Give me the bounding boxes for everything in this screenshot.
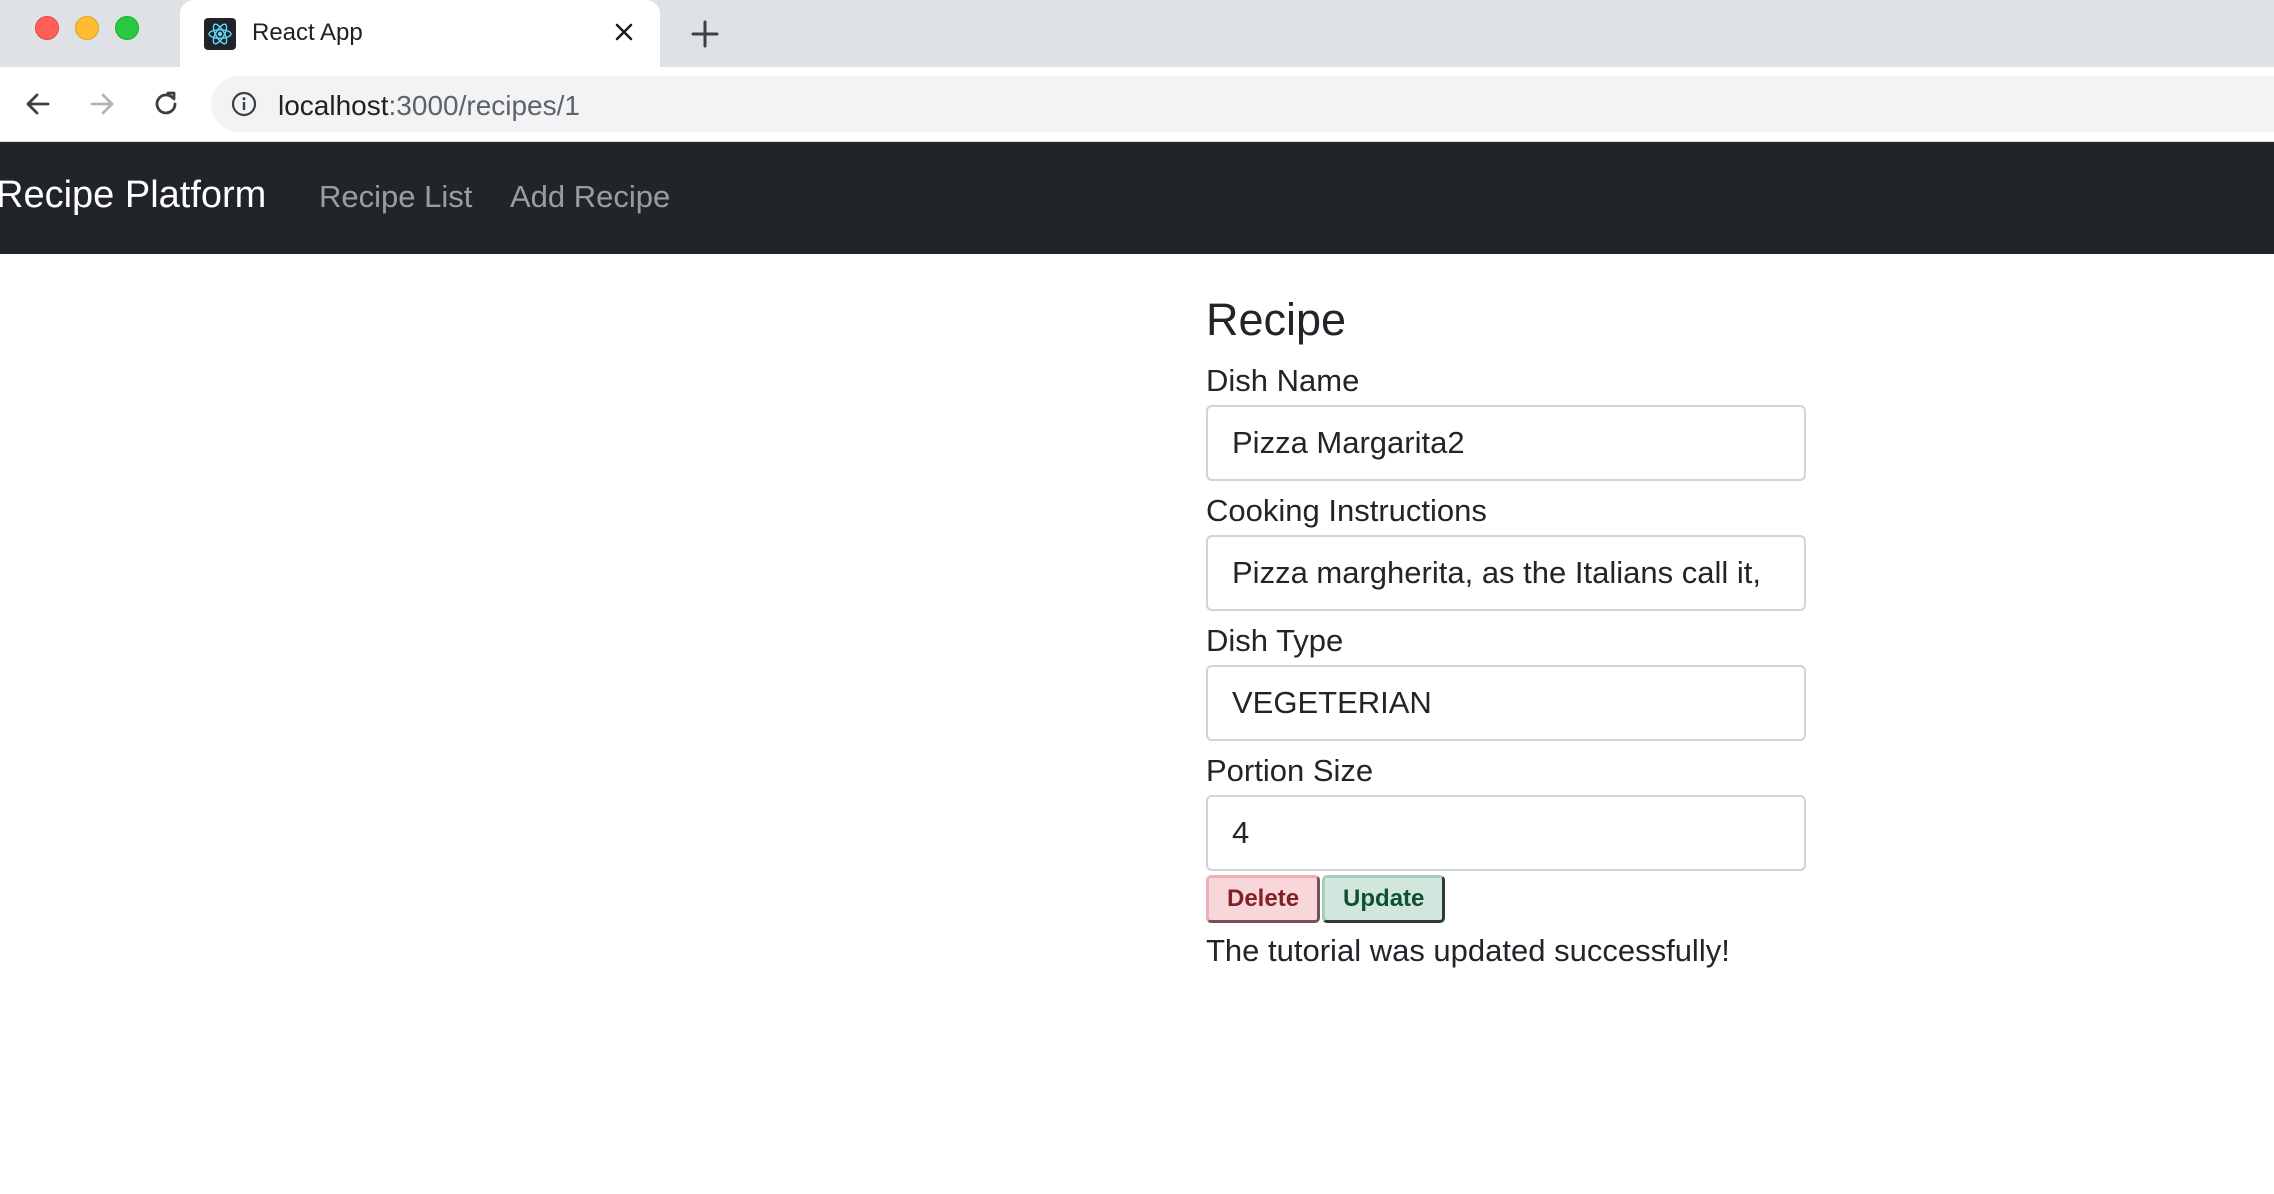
cooking-instructions-value: Pizza margherita, as the Italians call i…	[1232, 555, 1761, 590]
plus-icon[interactable]	[683, 12, 727, 56]
navbar-brand[interactable]: Recipe Platform	[0, 174, 266, 217]
dish-name-label: Dish Name	[1206, 363, 1360, 398]
back-arrow-icon[interactable]	[15, 81, 61, 127]
dish-type-value: VEGETERIAN	[1232, 685, 1432, 720]
browser-toolbar: localhost:3000/recipes/1	[0, 67, 2274, 142]
browser-tab-strip: React App	[0, 0, 2274, 67]
dish-type-input[interactable]: VEGETERIAN	[1206, 665, 1806, 741]
page-title: Recipe	[1206, 294, 1347, 345]
dish-name-input[interactable]: Pizza Margarita2	[1206, 405, 1806, 481]
address-bar[interactable]: localhost:3000/recipes/1	[211, 76, 2274, 132]
dish-name-value: Pizza Margarita2	[1232, 425, 1465, 460]
recipe-form: Recipe Dish Name Pizza Margarita2 Cookin…	[1206, 280, 1806, 973]
browser-tab[interactable]: React App	[180, 0, 660, 67]
forward-arrow-icon[interactable]	[79, 81, 125, 127]
portion-size-input[interactable]: 4	[1206, 795, 1806, 871]
address-url: localhost:3000/recipes/1	[278, 90, 580, 122]
action-buttons: Delete Update	[1206, 875, 1806, 923]
delete-button[interactable]: Delete	[1206, 875, 1321, 923]
portion-size-label: Portion Size	[1206, 753, 1374, 788]
app-navbar: Recipe Platform Recipe List Add Recipe	[0, 142, 2274, 254]
dish-type-label: Dish Type	[1206, 623, 1344, 658]
status-message: The tutorial was updated successfully!	[1206, 933, 1730, 968]
url-host: localhost	[278, 90, 389, 121]
close-icon[interactable]	[606, 14, 642, 50]
reload-icon[interactable]	[143, 81, 189, 127]
window-maximize-button[interactable]	[115, 16, 139, 40]
cooking-instructions-input[interactable]: Pizza margherita, as the Italians call i…	[1206, 535, 1806, 611]
update-button[interactable]: Update	[1322, 875, 1446, 923]
url-path: :3000/recipes/1	[388, 90, 580, 121]
tab-title: React App	[252, 19, 363, 46]
react-logo-icon	[204, 18, 236, 50]
portion-size-value: 4	[1232, 815, 1250, 850]
nav-link-add-recipe[interactable]: Add Recipe	[510, 179, 670, 215]
window-minimize-button[interactable]	[75, 16, 99, 40]
window-close-button[interactable]	[35, 16, 59, 40]
info-icon[interactable]	[231, 91, 257, 117]
cooking-instructions-label: Cooking Instructions	[1206, 493, 1487, 528]
nav-link-recipe-list[interactable]: Recipe List	[319, 179, 472, 215]
